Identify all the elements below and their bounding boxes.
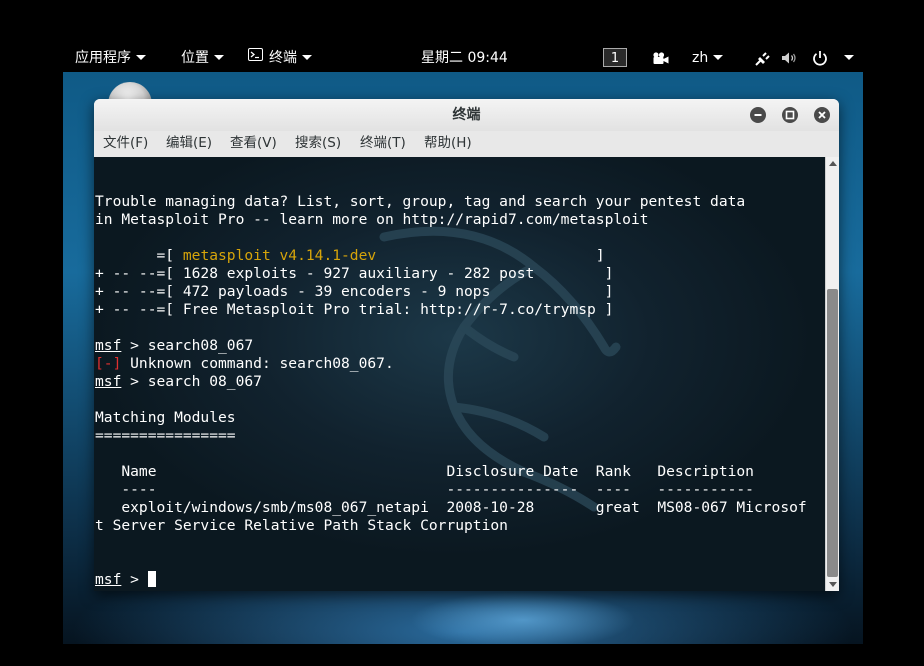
stats-line: + -- --=[ 472 payloads - 39 encoders - 9… [95, 283, 614, 300]
menu-search[interactable]: 搜索(S) [295, 131, 341, 155]
video-icon[interactable] [652, 44, 670, 72]
table-row-wrap: t Server Service Relative Path Stack Cor… [95, 517, 508, 534]
terminal-app-label: 终端 [269, 50, 297, 66]
chevron-down-icon [136, 54, 146, 60]
places-menu[interactable]: 位置 [181, 44, 224, 72]
table-header: Name Disclosure Date Rank Description [95, 463, 754, 480]
prompt: msf [95, 571, 122, 588]
places-label: 位置 [181, 50, 209, 66]
chevron-down-icon [214, 54, 224, 60]
table-row: exploit/windows/smb/ms08_067_netapi 2008… [95, 499, 807, 516]
heading-underline: ================ [95, 427, 236, 444]
window-title: 终端 [452, 107, 481, 123]
applications-menu[interactable]: 应用程序 [75, 44, 146, 72]
terminal-app-menu[interactable]: 终端 [248, 44, 312, 72]
minimize-icon [754, 114, 762, 116]
version-suffix: ] [376, 247, 605, 264]
current-prompt-line: msf > [95, 571, 156, 589]
prompt-separator: > [121, 337, 148, 354]
section-heading: Matching Modules [95, 409, 236, 426]
version-prefix: =[ [95, 247, 183, 264]
version-text: metasploit v4.14.1-dev [182, 247, 377, 264]
banner-line: Trouble managing data? List, sort, group… [95, 193, 746, 210]
prompt: msf [95, 337, 122, 354]
text-cursor [147, 571, 156, 587]
menu-edit[interactable]: 编辑(E) [166, 131, 212, 155]
command-text: search 08_067 [147, 373, 262, 390]
terminal-window: 终端 文件(F) 编辑(E) 查看(V) 搜索(S) 终端(T) 帮助(H) T… [94, 99, 839, 591]
version-line: =[ metasploit v4.14.1-dev ] [95, 247, 605, 265]
menu-terminal[interactable]: 终端(T) [360, 131, 406, 155]
banner-line: in Metasploit Pro -- learn more on http:… [95, 211, 649, 228]
scroll-up-arrow-icon[interactable] [829, 161, 837, 166]
maximize-icon [785, 110, 795, 120]
close-icon [818, 111, 826, 119]
error-tag: [-] [95, 355, 122, 372]
chevron-down-icon [302, 54, 312, 60]
scroll-down-arrow-icon[interactable] [829, 582, 837, 587]
error-text: Unknown command: search08_067. [121, 355, 394, 372]
stats-line: + -- --=[ 1628 exploits - 927 auxiliary … [95, 265, 614, 282]
menu-file[interactable]: 文件(F) [103, 131, 148, 155]
power-icon [812, 50, 832, 66]
chevron-down-icon [713, 54, 724, 60]
stats-line: + -- --=[ Free Metasploit Pro trial: htt… [95, 301, 614, 318]
error-line: [-] Unknown command: search08_067. [95, 355, 394, 373]
menubar: 文件(F) 编辑(E) 查看(V) 搜索(S) 终端(T) 帮助(H) [94, 131, 839, 157]
command-line: msf > search 08_067 [95, 373, 262, 391]
menu-view[interactable]: 查看(V) [230, 131, 277, 155]
terminal-output[interactable]: Trouble managing data? List, sort, group… [94, 157, 825, 591]
command-text: search08_067 [147, 337, 254, 354]
network-icon[interactable] [754, 44, 772, 72]
power-menu[interactable] [812, 44, 855, 72]
workspace-indicator[interactable]: 1 [603, 48, 627, 67]
command-line: msf > search08_067 [95, 337, 253, 355]
scrollbar-thumb[interactable] [827, 289, 838, 577]
language-label: zh [692, 50, 709, 66]
clock[interactable]: 星期二 09:44 [421, 44, 508, 72]
menu-help[interactable]: 帮助(H) [424, 131, 472, 155]
volume-icon[interactable] [781, 44, 799, 72]
scrollbar[interactable] [825, 157, 839, 591]
maximize-button[interactable] [782, 107, 798, 123]
prompt: msf [95, 373, 122, 390]
table-header-separator: ---- --------------- ---- ----------- [95, 481, 754, 498]
window-titlebar[interactable]: 终端 [94, 99, 839, 132]
minimize-button[interactable] [750, 107, 766, 123]
close-button[interactable] [814, 107, 830, 123]
prompt-separator: > [121, 373, 148, 390]
applications-label: 应用程序 [75, 50, 131, 66]
top-panel: 应用程序 位置 终端 星期二 09:44 1 zh [63, 44, 863, 72]
prompt-separator: > [121, 571, 148, 588]
terminal-icon [248, 43, 263, 71]
chevron-down-icon [844, 54, 855, 60]
input-method-menu[interactable]: zh [692, 44, 724, 72]
